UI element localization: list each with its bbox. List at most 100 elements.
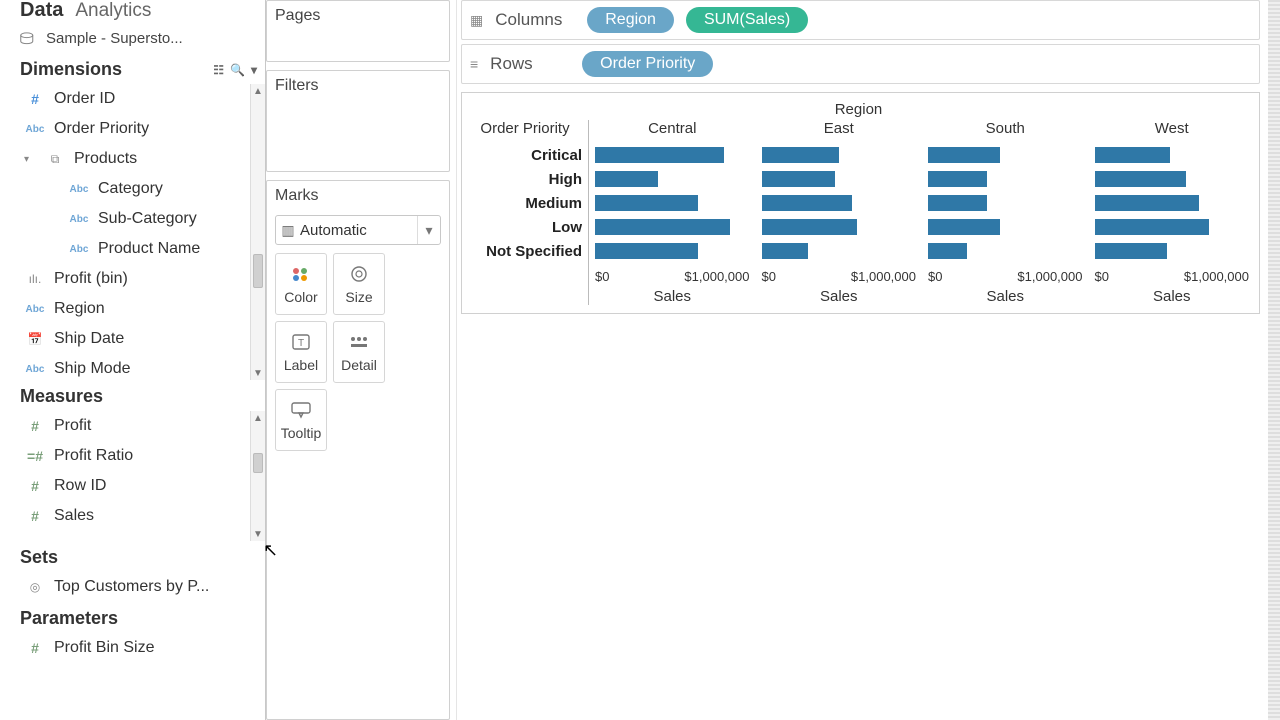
bar-cell[interactable] <box>928 167 1083 191</box>
bar-cell[interactable] <box>762 239 917 263</box>
scrollbar-thumb[interactable] <box>253 453 263 473</box>
pages-shelf[interactable]: Pages <box>266 0 450 62</box>
bar-cell[interactable] <box>762 215 917 239</box>
row-field-header: Order Priority <box>462 120 588 143</box>
bar[interactable] <box>928 171 987 187</box>
bar-cell[interactable] <box>762 143 917 167</box>
marks-label-label: Label <box>284 357 318 373</box>
bar[interactable] <box>762 147 839 163</box>
bar[interactable] <box>762 219 857 235</box>
scroll-up-icon[interactable]: ▲ <box>251 411 265 425</box>
bar[interactable] <box>1095 219 1210 235</box>
search-icon[interactable]: 🔍 <box>230 63 245 77</box>
filters-shelf[interactable]: Filters <box>266 70 450 172</box>
bar-cell[interactable] <box>762 191 917 215</box>
bar[interactable] <box>595 219 730 235</box>
bar[interactable] <box>1095 243 1167 259</box>
field-profit-bin-size[interactable]: #Profit Bin Size <box>20 633 265 663</box>
collapse-icon[interactable]: ▾ <box>24 154 36 165</box>
rows-shelf[interactable]: ≡ Rows Order Priority <box>461 44 1260 84</box>
bar-cell[interactable] <box>762 167 917 191</box>
marks-tooltip-button[interactable]: Tooltip <box>275 389 327 451</box>
color-icon <box>291 263 311 285</box>
bar-cell[interactable] <box>595 191 750 215</box>
pill-sum-sales[interactable]: SUM(Sales) <box>686 7 808 33</box>
measures-scrollbar[interactable]: ▲ ▼ <box>250 411 265 541</box>
field-profit-ratio[interactable]: =#Profit Ratio <box>20 441 265 471</box>
bar-cell[interactable] <box>1095 215 1250 239</box>
bar-cell[interactable] <box>1095 239 1250 263</box>
field-order-id[interactable]: #Order ID <box>20 84 265 114</box>
field-profit-bin[interactable]: ılı.Profit (bin) <box>20 264 265 294</box>
field-products-folder[interactable]: ▾⧉Products <box>20 144 265 174</box>
bar[interactable] <box>928 195 987 211</box>
bar-cell[interactable] <box>1095 143 1250 167</box>
scrollbar-thumb[interactable] <box>253 254 263 288</box>
scroll-down-icon[interactable]: ▼ <box>251 366 265 380</box>
number-icon: # <box>24 478 46 494</box>
chart[interactable]: Region Order Priority CriticalHighMedium… <box>461 92 1260 314</box>
bar-cell[interactable] <box>928 239 1083 263</box>
dimensions-scrollbar[interactable]: ▲ ▼ <box>250 84 265 380</box>
view-toggle-icon[interactable]: ☷ <box>213 63 224 77</box>
bar[interactable] <box>928 219 1000 235</box>
marks-label-button[interactable]: T Label <box>275 321 327 383</box>
field-category[interactable]: AbcCategory <box>20 174 265 204</box>
x-axis-ticks: $0$1,000,000 <box>1095 263 1250 284</box>
tab-analytics[interactable]: Analytics <box>75 0 151 22</box>
bar-cell[interactable] <box>595 167 750 191</box>
field-ship-mode[interactable]: AbcShip Mode <box>20 354 265 384</box>
bar-cell[interactable] <box>1095 167 1250 191</box>
svg-text:T: T <box>298 338 304 349</box>
datasource-row[interactable]: Sample - Supersto... <box>20 22 265 53</box>
bar[interactable] <box>762 243 808 259</box>
field-sales[interactable]: #Sales <box>20 501 265 531</box>
bar[interactable] <box>1095 195 1199 211</box>
field-top-customers-set[interactable]: ◎Top Customers by P... <box>20 572 265 602</box>
field-row-id[interactable]: #Row ID <box>20 471 265 501</box>
bar[interactable] <box>928 243 967 259</box>
bar[interactable] <box>595 243 698 259</box>
bar-cell[interactable] <box>928 191 1083 215</box>
bar[interactable] <box>1095 147 1171 163</box>
dimensions-menu-icon[interactable]: ▾ <box>251 63 257 77</box>
field-region[interactable]: AbcRegion <box>20 294 265 324</box>
pill-region[interactable]: Region <box>587 7 674 33</box>
bar-cell[interactable] <box>928 215 1083 239</box>
bar-cell[interactable] <box>1095 191 1250 215</box>
bar[interactable] <box>1095 171 1186 187</box>
bar-cell[interactable] <box>595 143 750 167</box>
datasource-icon <box>20 32 38 46</box>
pill-order-priority[interactable]: Order Priority <box>582 51 713 77</box>
bar-cell[interactable] <box>595 239 750 263</box>
marks-color-button[interactable]: Color <box>275 253 327 315</box>
scroll-down-icon[interactable]: ▼ <box>251 527 265 541</box>
marks-detail-button[interactable]: Detail <box>333 321 385 383</box>
bar-cell[interactable] <box>928 143 1083 167</box>
bar[interactable] <box>928 147 1000 163</box>
column-header: Central <box>595 120 750 143</box>
field-sub-category[interactable]: AbcSub-Category <box>20 204 265 234</box>
marks-size-button[interactable]: Size <box>333 253 385 315</box>
scroll-up-icon[interactable]: ▲ <box>251 84 265 98</box>
field-profit[interactable]: #Profit <box>20 411 265 441</box>
bar[interactable] <box>595 147 724 163</box>
bar-cell[interactable] <box>595 215 750 239</box>
field-ship-date[interactable]: 📅Ship Date <box>20 324 265 354</box>
row-header-cell: High <box>462 167 588 191</box>
bar[interactable] <box>762 195 852 211</box>
field-order-priority[interactable]: AbcOrder Priority <box>20 114 265 144</box>
tab-data[interactable]: Data <box>20 0 63 22</box>
chevron-down-icon[interactable]: ▾ <box>417 216 440 244</box>
row-header-cell: Critical <box>462 143 588 167</box>
bar[interactable] <box>595 195 698 211</box>
field-product-name[interactable]: AbcProduct Name <box>20 234 265 264</box>
rows-icon: ≡ <box>470 56 478 72</box>
x-axis-label: Sales <box>1095 284 1250 305</box>
x-axis-label: Sales <box>928 284 1083 305</box>
mark-type-dropdown[interactable]: ▥ Automatic ▾ <box>275 215 441 245</box>
bar[interactable] <box>595 171 658 187</box>
parameters-header: Parameters <box>20 602 265 633</box>
bar[interactable] <box>762 171 835 187</box>
columns-shelf[interactable]: ▦ Columns Region SUM(Sales) <box>461 0 1260 40</box>
